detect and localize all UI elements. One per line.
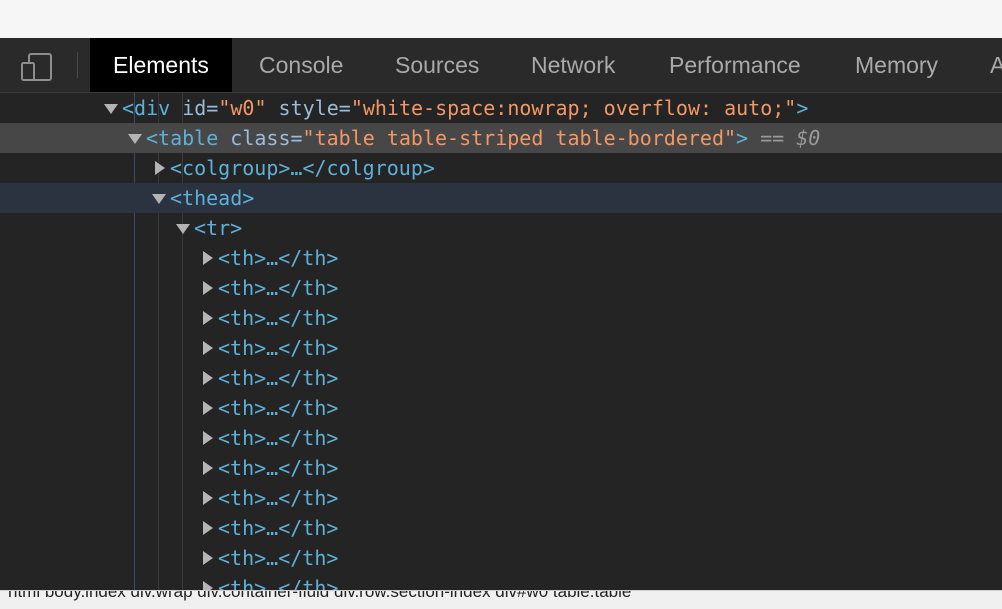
dom-node-th[interactable]: <th>…</th> xyxy=(0,573,1002,590)
expand-arrow-icon[interactable] xyxy=(203,431,213,445)
expand-arrow-icon[interactable] xyxy=(203,461,213,475)
tag-text: <th>…</th> xyxy=(218,396,339,420)
collapse-arrow-icon[interactable] xyxy=(176,224,190,234)
breadcrumb-bar: html body.index div.wrap div.container-f… xyxy=(0,590,1002,609)
dom-node-thead[interactable]: <thead> xyxy=(0,183,1002,213)
tag-text: <th>…</th> xyxy=(218,336,339,360)
expand-arrow-icon[interactable] xyxy=(203,521,213,535)
attr-value: "w0" xyxy=(218,96,267,120)
dom-tree: <div id="w0" style="white-space:nowrap; … xyxy=(0,93,1002,590)
dom-node-th[interactable]: <th>…</th> xyxy=(0,303,1002,333)
tag-text: <colgroup>…</colgroup> xyxy=(170,156,435,180)
expand-arrow-icon[interactable] xyxy=(203,311,213,325)
tag-name: <table xyxy=(146,126,219,150)
dom-node-th[interactable]: <th>…</th> xyxy=(0,543,1002,573)
attr-value: "table table-striped table-bordered" xyxy=(302,126,737,150)
dom-node-th[interactable]: <th>…</th> xyxy=(0,333,1002,363)
tag-text: <th>…</th> xyxy=(218,426,339,450)
tag-text: <th>…</th> xyxy=(218,546,339,570)
dom-node-th[interactable]: <th>…</th> xyxy=(0,273,1002,303)
tag-text: <th>…</th> xyxy=(218,486,339,510)
selected-marker: == xyxy=(748,126,797,150)
tab-console[interactable]: Console xyxy=(259,38,343,92)
expand-arrow-icon[interactable] xyxy=(203,251,213,265)
device-toggle-icon xyxy=(21,53,52,81)
tag-text: <th>…</th> xyxy=(218,276,339,300)
devtools-tab-bar: Elements Console Sources Network Perform… xyxy=(0,38,1002,93)
expand-arrow-icon[interactable] xyxy=(203,281,213,295)
dom-node-th[interactable]: <th>…</th> xyxy=(0,513,1002,543)
tag-text: <th>…</th> xyxy=(218,516,339,540)
tab-memory[interactable]: Memory xyxy=(855,38,938,92)
tag-close: > xyxy=(796,96,809,120)
dom-node-colgroup[interactable]: <colgroup>…</colgroup> xyxy=(0,153,1002,183)
tag-text: <th>…</th> xyxy=(218,366,339,390)
dom-node-th[interactable]: <th>…</th> xyxy=(0,423,1002,453)
tag-name: <div xyxy=(122,96,171,120)
collapse-arrow-icon[interactable] xyxy=(128,134,142,144)
tab-network[interactable]: Network xyxy=(531,38,615,92)
console-ref-marker: $0 xyxy=(796,126,821,150)
toolbar-divider xyxy=(77,52,78,78)
device-toolbar-toggle[interactable] xyxy=(14,48,62,82)
expand-arrow-icon[interactable] xyxy=(203,401,213,415)
tag-text: <thead> xyxy=(170,186,255,210)
dom-node-table-selected[interactable]: <table class="table table-striped table-… xyxy=(0,123,1002,153)
dom-node-th[interactable]: <th>…</th> xyxy=(0,453,1002,483)
expand-arrow-icon[interactable] xyxy=(155,161,165,175)
tag-close: > xyxy=(736,126,749,150)
tab-performance[interactable]: Performance xyxy=(669,38,801,92)
attr-name: class= xyxy=(218,126,303,150)
collapse-arrow-icon[interactable] xyxy=(152,194,166,204)
tag-text: <tr> xyxy=(194,216,243,240)
tag-text: <th>…</th> xyxy=(218,576,339,590)
dom-node-th[interactable]: <th>…</th> xyxy=(0,393,1002,423)
collapse-arrow-icon[interactable] xyxy=(104,104,118,114)
dom-node-th[interactable]: <th>…</th> xyxy=(0,243,1002,273)
expand-arrow-icon[interactable] xyxy=(203,551,213,565)
dom-node-th[interactable]: <th>…</th> xyxy=(0,363,1002,393)
tab-elements[interactable]: Elements xyxy=(90,38,232,92)
attr-name: id= xyxy=(170,96,219,120)
dom-node-tr[interactable]: <tr> xyxy=(0,213,1002,243)
breadcrumb[interactable]: html body.index div.wrap div.container-f… xyxy=(8,591,631,602)
expand-arrow-icon[interactable] xyxy=(203,371,213,385)
dom-node-th[interactable]: <th>…</th> xyxy=(0,483,1002,513)
attr-value: "white-space:nowrap; overflow: auto;" xyxy=(350,96,797,120)
expand-arrow-icon[interactable] xyxy=(203,581,213,590)
expand-arrow-icon[interactable] xyxy=(203,491,213,505)
tab-overflow-partial[interactable]: A xyxy=(990,38,1002,92)
expand-arrow-icon[interactable] xyxy=(203,341,213,355)
browser-top-strip xyxy=(0,0,1002,38)
tag-text: <th>…</th> xyxy=(218,456,339,480)
tab-sources[interactable]: Sources xyxy=(395,38,479,92)
tag-text: <th>…</th> xyxy=(218,246,339,270)
attr-name: style= xyxy=(266,96,351,120)
tag-text: <th>…</th> xyxy=(218,306,339,330)
dom-node-div[interactable]: <div id="w0" style="white-space:nowrap; … xyxy=(0,93,1002,123)
